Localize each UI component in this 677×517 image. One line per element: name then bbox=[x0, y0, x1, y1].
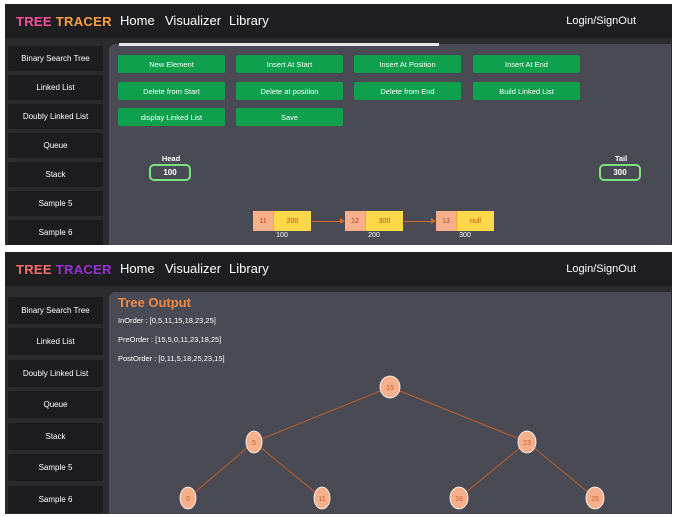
navbar: TREE TRACER Home Visualizer Library Logi… bbox=[5, 4, 672, 38]
tree-edge bbox=[187, 441, 255, 499]
sidebar-item-linked-list[interactable]: Linked List bbox=[8, 328, 103, 355]
nav-home[interactable]: Home bbox=[120, 13, 155, 28]
node-next-pointer: 300 bbox=[365, 211, 403, 231]
sidebar-item-sample-6[interactable]: Sample 6 bbox=[8, 220, 103, 245]
tail-value-box: 300 bbox=[599, 164, 641, 181]
tree-node-label: 15 bbox=[386, 385, 394, 392]
delete-from-end-button[interactable]: Delete from End bbox=[354, 82, 461, 100]
brand-part1: TREE bbox=[16, 262, 52, 277]
display-linked-list-button[interactable]: display Linked List bbox=[118, 108, 225, 126]
tree-node-label: 0 bbox=[186, 496, 190, 503]
brand-part2: TRACER bbox=[55, 262, 112, 277]
list-node-2: 12 300 bbox=[345, 211, 403, 231]
navbar: TREE TRACER Home Visualizer Library Logi… bbox=[5, 252, 672, 286]
head-value-box: 100 bbox=[149, 164, 191, 181]
sidebar-item-linked-list[interactable]: Linked List bbox=[8, 75, 103, 100]
sidebar-item-stack[interactable]: Stack bbox=[8, 162, 103, 187]
linked-list-panel: New Element Insert At Start Insert At Po… bbox=[109, 43, 671, 245]
list-node-1: 11 200 bbox=[253, 211, 311, 231]
tree-node-label: 11 bbox=[318, 496, 325, 503]
top-strip bbox=[119, 43, 439, 46]
tail-label: Tail bbox=[614, 154, 628, 163]
tree-edge bbox=[253, 386, 391, 443]
tree-edge bbox=[253, 441, 323, 499]
sidebar-item-queue[interactable]: Queue bbox=[8, 391, 103, 418]
nav-library[interactable]: Library bbox=[229, 13, 269, 28]
tree-node-label: 5 bbox=[252, 440, 256, 447]
sidebar-item-doubly-linked-list[interactable]: Doubly Linked List bbox=[8, 104, 103, 129]
nav-library[interactable]: Library bbox=[229, 261, 269, 276]
linked-list-screen: TREE TRACER Home Visualizer Library Logi… bbox=[5, 4, 672, 245]
delete-from-start-button[interactable]: Delete from Start bbox=[118, 82, 225, 100]
insert-at-start-button[interactable]: Insert At Start bbox=[236, 55, 343, 73]
tree-node-label: 23 bbox=[523, 440, 531, 447]
tree-node-label: 18 bbox=[455, 496, 463, 503]
brand-logo[interactable]: TREE TRACER bbox=[16, 262, 112, 277]
sidebar-item-sample-5[interactable]: Sample 5 bbox=[8, 454, 103, 481]
tree-edge bbox=[389, 386, 528, 443]
node-address: 200 bbox=[368, 232, 380, 239]
node-address: 300 bbox=[459, 232, 471, 239]
node-value: 13 bbox=[436, 211, 456, 231]
tree-edge bbox=[458, 441, 528, 499]
node-value: 12 bbox=[345, 211, 365, 231]
tree-diagram: 15 5 23 0 11 18 25 bbox=[179, 375, 605, 510]
tree-node-label: 25 bbox=[591, 496, 599, 503]
insert-at-end-button[interactable]: Insert At End bbox=[473, 55, 580, 73]
node-address: 100 bbox=[276, 232, 288, 239]
build-linked-list-button[interactable]: Build Linked List bbox=[473, 82, 580, 100]
node-next-pointer: null bbox=[456, 211, 494, 231]
node-next-pointer: 200 bbox=[273, 211, 311, 231]
sidebar-item-sample-6[interactable]: Sample 6 bbox=[8, 486, 103, 513]
sidebar-item-sample-5[interactable]: Sample 5 bbox=[8, 191, 103, 216]
delete-at-position-button[interactable]: Delete at position bbox=[236, 82, 343, 100]
login-signout-link[interactable]: Login/SignOut bbox=[566, 15, 636, 27]
tree-edge bbox=[526, 441, 596, 499]
brand-logo[interactable]: TREE TRACER bbox=[16, 14, 112, 29]
tree-output-panel: Tree Output InOrder : [0,5,11,15,18,23,2… bbox=[109, 292, 671, 514]
node-value: 11 bbox=[253, 211, 273, 231]
head-label: Head bbox=[161, 154, 181, 163]
new-element-button[interactable]: New Element bbox=[118, 55, 225, 73]
login-signout-link[interactable]: Login/SignOut bbox=[566, 263, 636, 275]
bst-screen: TREE TRACER Home Visualizer Library Logi… bbox=[5, 252, 672, 514]
nav-visualizer[interactable]: Visualizer bbox=[165, 261, 221, 276]
save-button[interactable]: Save bbox=[236, 108, 343, 126]
sidebar-item-stack[interactable]: Stack bbox=[8, 423, 103, 450]
brand-part1: TREE bbox=[16, 14, 52, 29]
sidebar-item-binary-search-tree[interactable]: Binary Search Tree bbox=[8, 297, 103, 324]
sidebar-item-binary-search-tree[interactable]: Binary Search Tree bbox=[8, 46, 103, 71]
list-node-3: 13 null bbox=[436, 211, 494, 231]
arrow-icon bbox=[312, 218, 345, 224]
brand-part2: TRACER bbox=[55, 14, 112, 29]
nav-home[interactable]: Home bbox=[120, 261, 155, 276]
insert-at-position-button[interactable]: Insert At Position bbox=[354, 55, 461, 73]
nav-visualizer[interactable]: Visualizer bbox=[165, 13, 221, 28]
sidebar-item-doubly-linked-list[interactable]: Doubly Linked List bbox=[8, 360, 103, 387]
sidebar-item-queue[interactable]: Queue bbox=[8, 133, 103, 158]
arrow-icon bbox=[404, 218, 436, 224]
